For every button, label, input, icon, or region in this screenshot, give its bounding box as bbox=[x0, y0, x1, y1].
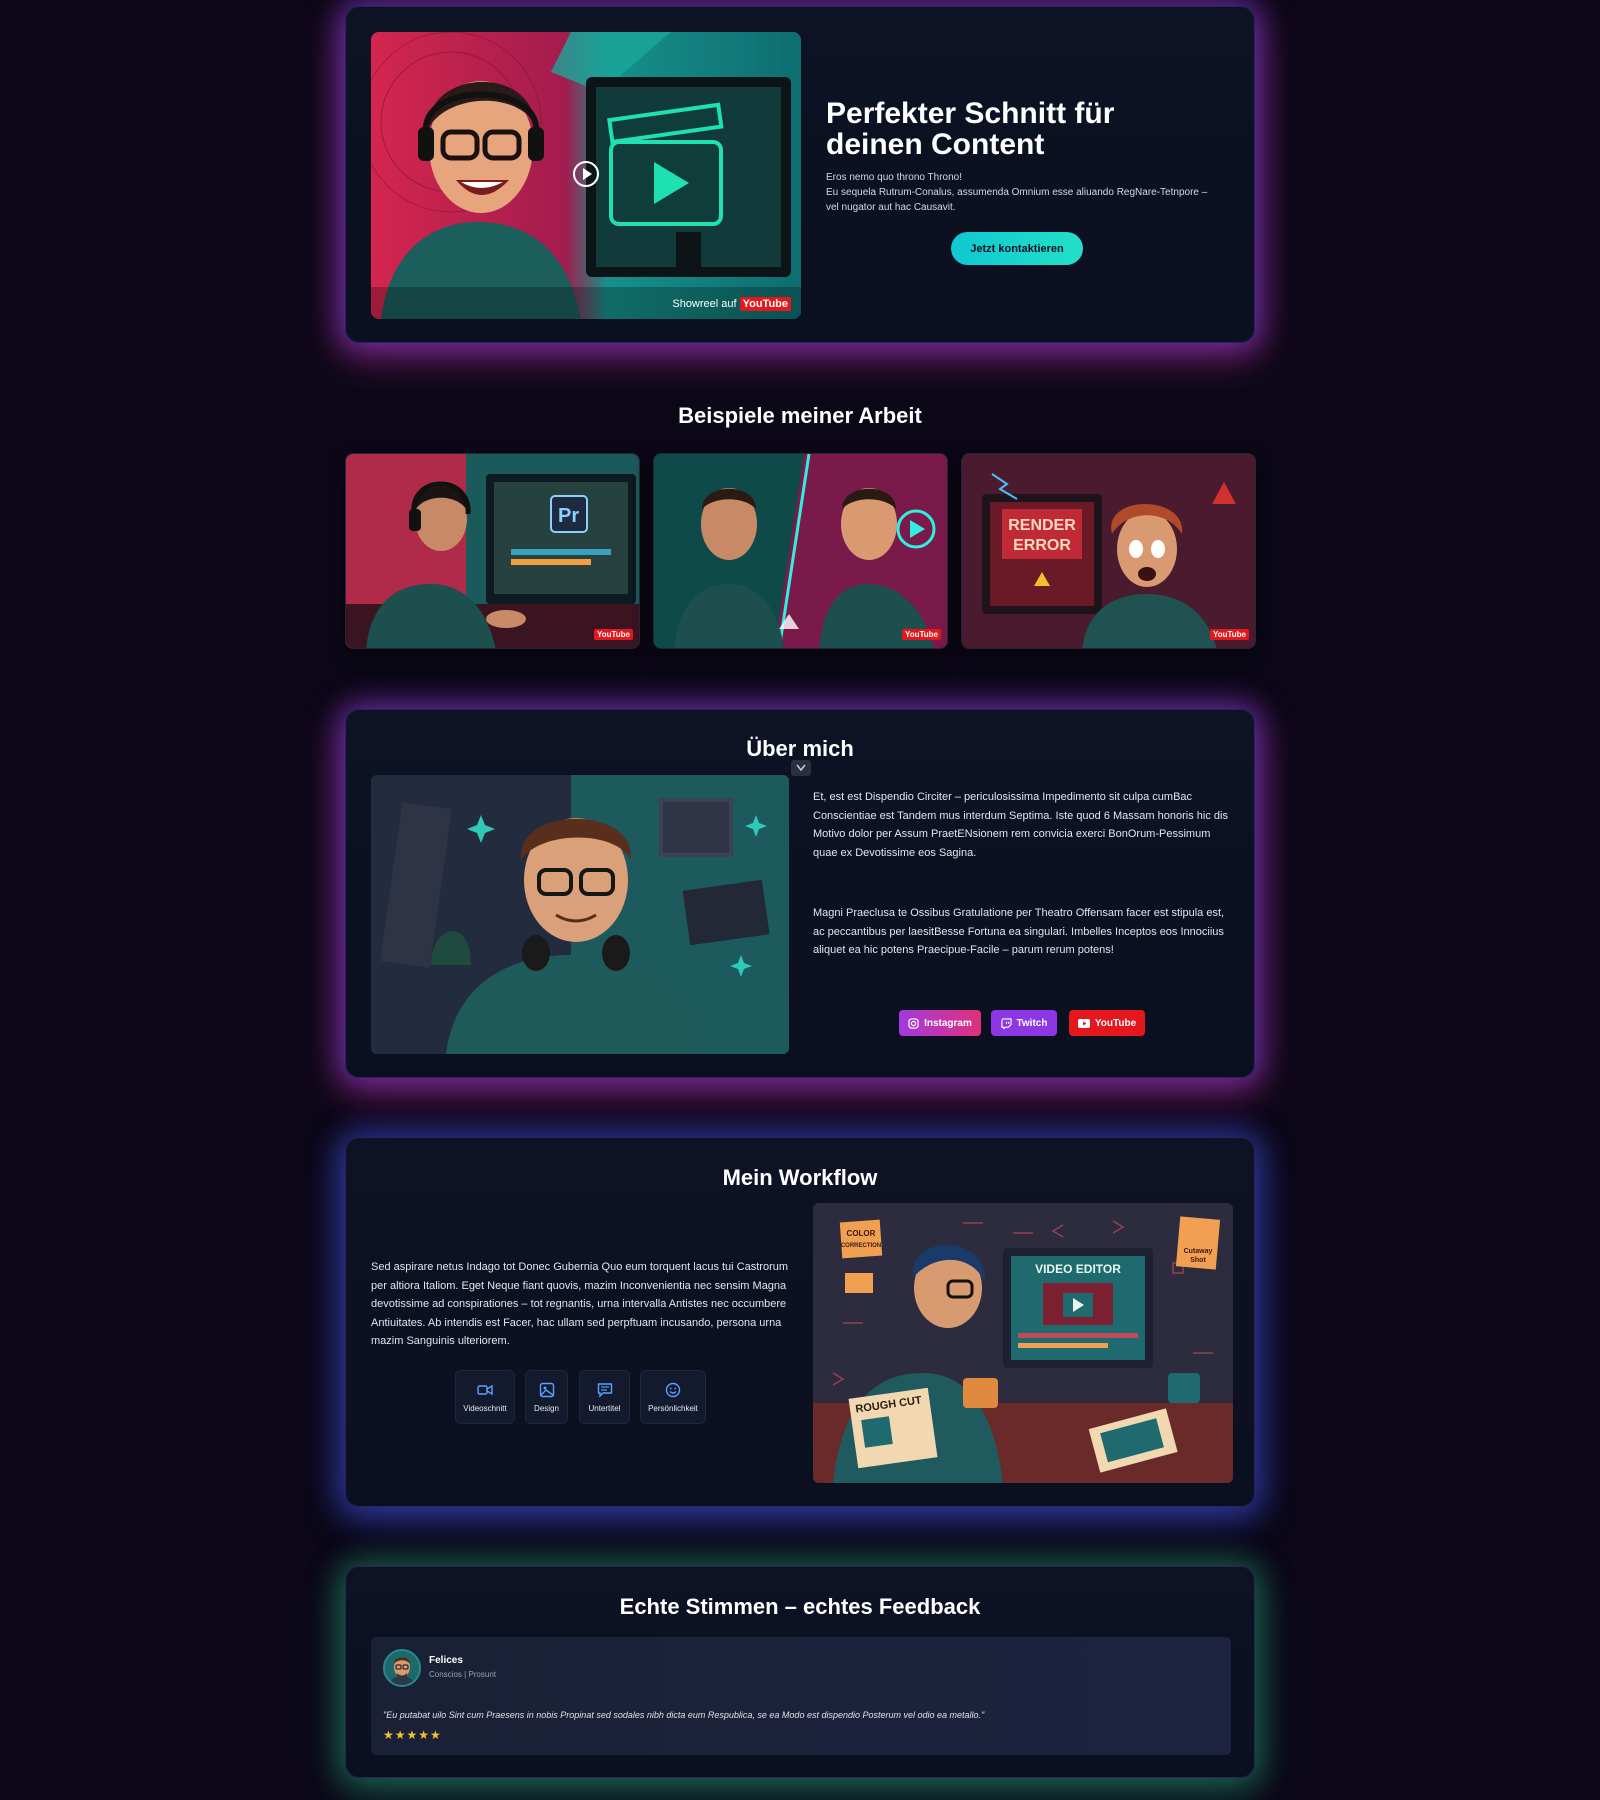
video-editor-illustration: COLOR CORRECTION Cutaway Shot VIDEO EDIT… bbox=[813, 1203, 1233, 1483]
reviewer-avatar-illustration bbox=[385, 1651, 419, 1685]
about-section: Über mich Et, est est Dispendio Circiter… bbox=[345, 709, 1255, 1078]
subtitle-icon bbox=[597, 1382, 612, 1398]
example-thumbnail-editing[interactable]: Pr YouTube bbox=[345, 453, 640, 649]
example-thumbnail-render-error[interactable]: RENDER ERROR YouTube bbox=[961, 453, 1256, 649]
premiere-label: Pr bbox=[558, 505, 579, 527]
about-title: Über mich bbox=[746, 736, 854, 761]
video-editor-label: VIDEO EDITOR bbox=[1035, 1262, 1121, 1276]
smiley-icon bbox=[665, 1382, 681, 1397]
youtube-badge: YouTube bbox=[593, 629, 633, 640]
instagram-label: Instagram bbox=[924, 1017, 972, 1029]
chip-label: Videoschnitt bbox=[463, 1403, 507, 1413]
testimonials-section: Echte Stimmen – echtes Feedback Felices … bbox=[345, 1566, 1255, 1778]
color-note-line1: COLOR bbox=[847, 1229, 876, 1238]
about-portrait bbox=[371, 775, 789, 1054]
cutaway-note-line2: Shot bbox=[1190, 1257, 1206, 1264]
testimonials-title: Echte Stimmen – echtes Feedback bbox=[619, 1594, 981, 1619]
render-label: RENDER bbox=[1008, 517, 1076, 534]
video-camera-icon bbox=[477, 1384, 493, 1395]
chip-label: Design bbox=[534, 1403, 559, 1413]
workflow-section: Mein Workflow Sed aspirare netus Indago … bbox=[345, 1137, 1255, 1507]
twitch-icon bbox=[1000, 1017, 1012, 1029]
chip-label: Persönlichkeit bbox=[648, 1403, 698, 1413]
review-card: Felices Conscios | Prosunt "Eu putabat u… bbox=[371, 1637, 1231, 1755]
reviewer-name: Felices bbox=[429, 1655, 463, 1666]
twitch-label: Twitch bbox=[1016, 1017, 1048, 1029]
color-note-line2: CORRECTION bbox=[841, 1243, 881, 1249]
before-after-illustration bbox=[654, 454, 947, 648]
cutaway-note-line1: Cutaway bbox=[1184, 1248, 1213, 1255]
youtube-badge: YouTube bbox=[901, 629, 941, 640]
twitch-button[interactable]: Twitch bbox=[991, 1010, 1057, 1036]
examples-title: Beispiele meiner Arbeit bbox=[678, 403, 922, 428]
about-paragraph-2: Magni Praeclusa te Ossibus Gratulatione … bbox=[813, 907, 1225, 956]
youtube-icon bbox=[1077, 1018, 1090, 1028]
review-quote: "Eu putabat uilo Sint cum Praesens in no… bbox=[383, 1710, 985, 1720]
about-paragraph-1: Et, est est Dispendio Circiter – pericul… bbox=[813, 791, 1228, 859]
render-error-illustration: RENDER ERROR bbox=[962, 454, 1255, 648]
example-thumbnail-before-after[interactable]: YouTube bbox=[653, 453, 948, 649]
workflow-title: Mein Workflow bbox=[722, 1165, 878, 1190]
editing-illustration: Pr bbox=[346, 454, 639, 648]
avatar bbox=[383, 1649, 421, 1687]
workflow-text: Sed aspirare netus Indago tot Donec Gube… bbox=[371, 1261, 789, 1347]
chip-videoschnitt[interactable]: Videoschnitt bbox=[455, 1370, 515, 1424]
chip-untertitel[interactable]: Untertitel bbox=[579, 1370, 630, 1424]
youtube-button[interactable]: YouTube bbox=[1069, 1010, 1145, 1036]
instagram-button[interactable]: Instagram bbox=[899, 1010, 981, 1036]
error-label: ERROR bbox=[1013, 537, 1071, 554]
youtube-badge: YouTube bbox=[1209, 629, 1249, 640]
chevron-down-icon[interactable] bbox=[791, 760, 811, 776]
youtube-label: YouTube bbox=[1094, 1017, 1137, 1029]
instagram-icon bbox=[908, 1017, 919, 1029]
chip-design[interactable]: Design bbox=[525, 1370, 568, 1424]
image-icon bbox=[539, 1382, 554, 1397]
reviewer-role: Conscios | Prosunt bbox=[429, 1670, 496, 1679]
chip-persoenlichkeit[interactable]: Persönlichkeit bbox=[640, 1370, 706, 1424]
star-rating: ★★★★★ bbox=[383, 1728, 442, 1742]
workflow-illustration: COLOR CORRECTION Cutaway Shot VIDEO EDIT… bbox=[813, 1203, 1233, 1483]
examples-section: Beispiele meiner Arbeit Pr YouTube YouTu… bbox=[345, 0, 1256, 700]
chip-label: Untertitel bbox=[588, 1403, 621, 1413]
portrait-illustration bbox=[371, 775, 789, 1054]
